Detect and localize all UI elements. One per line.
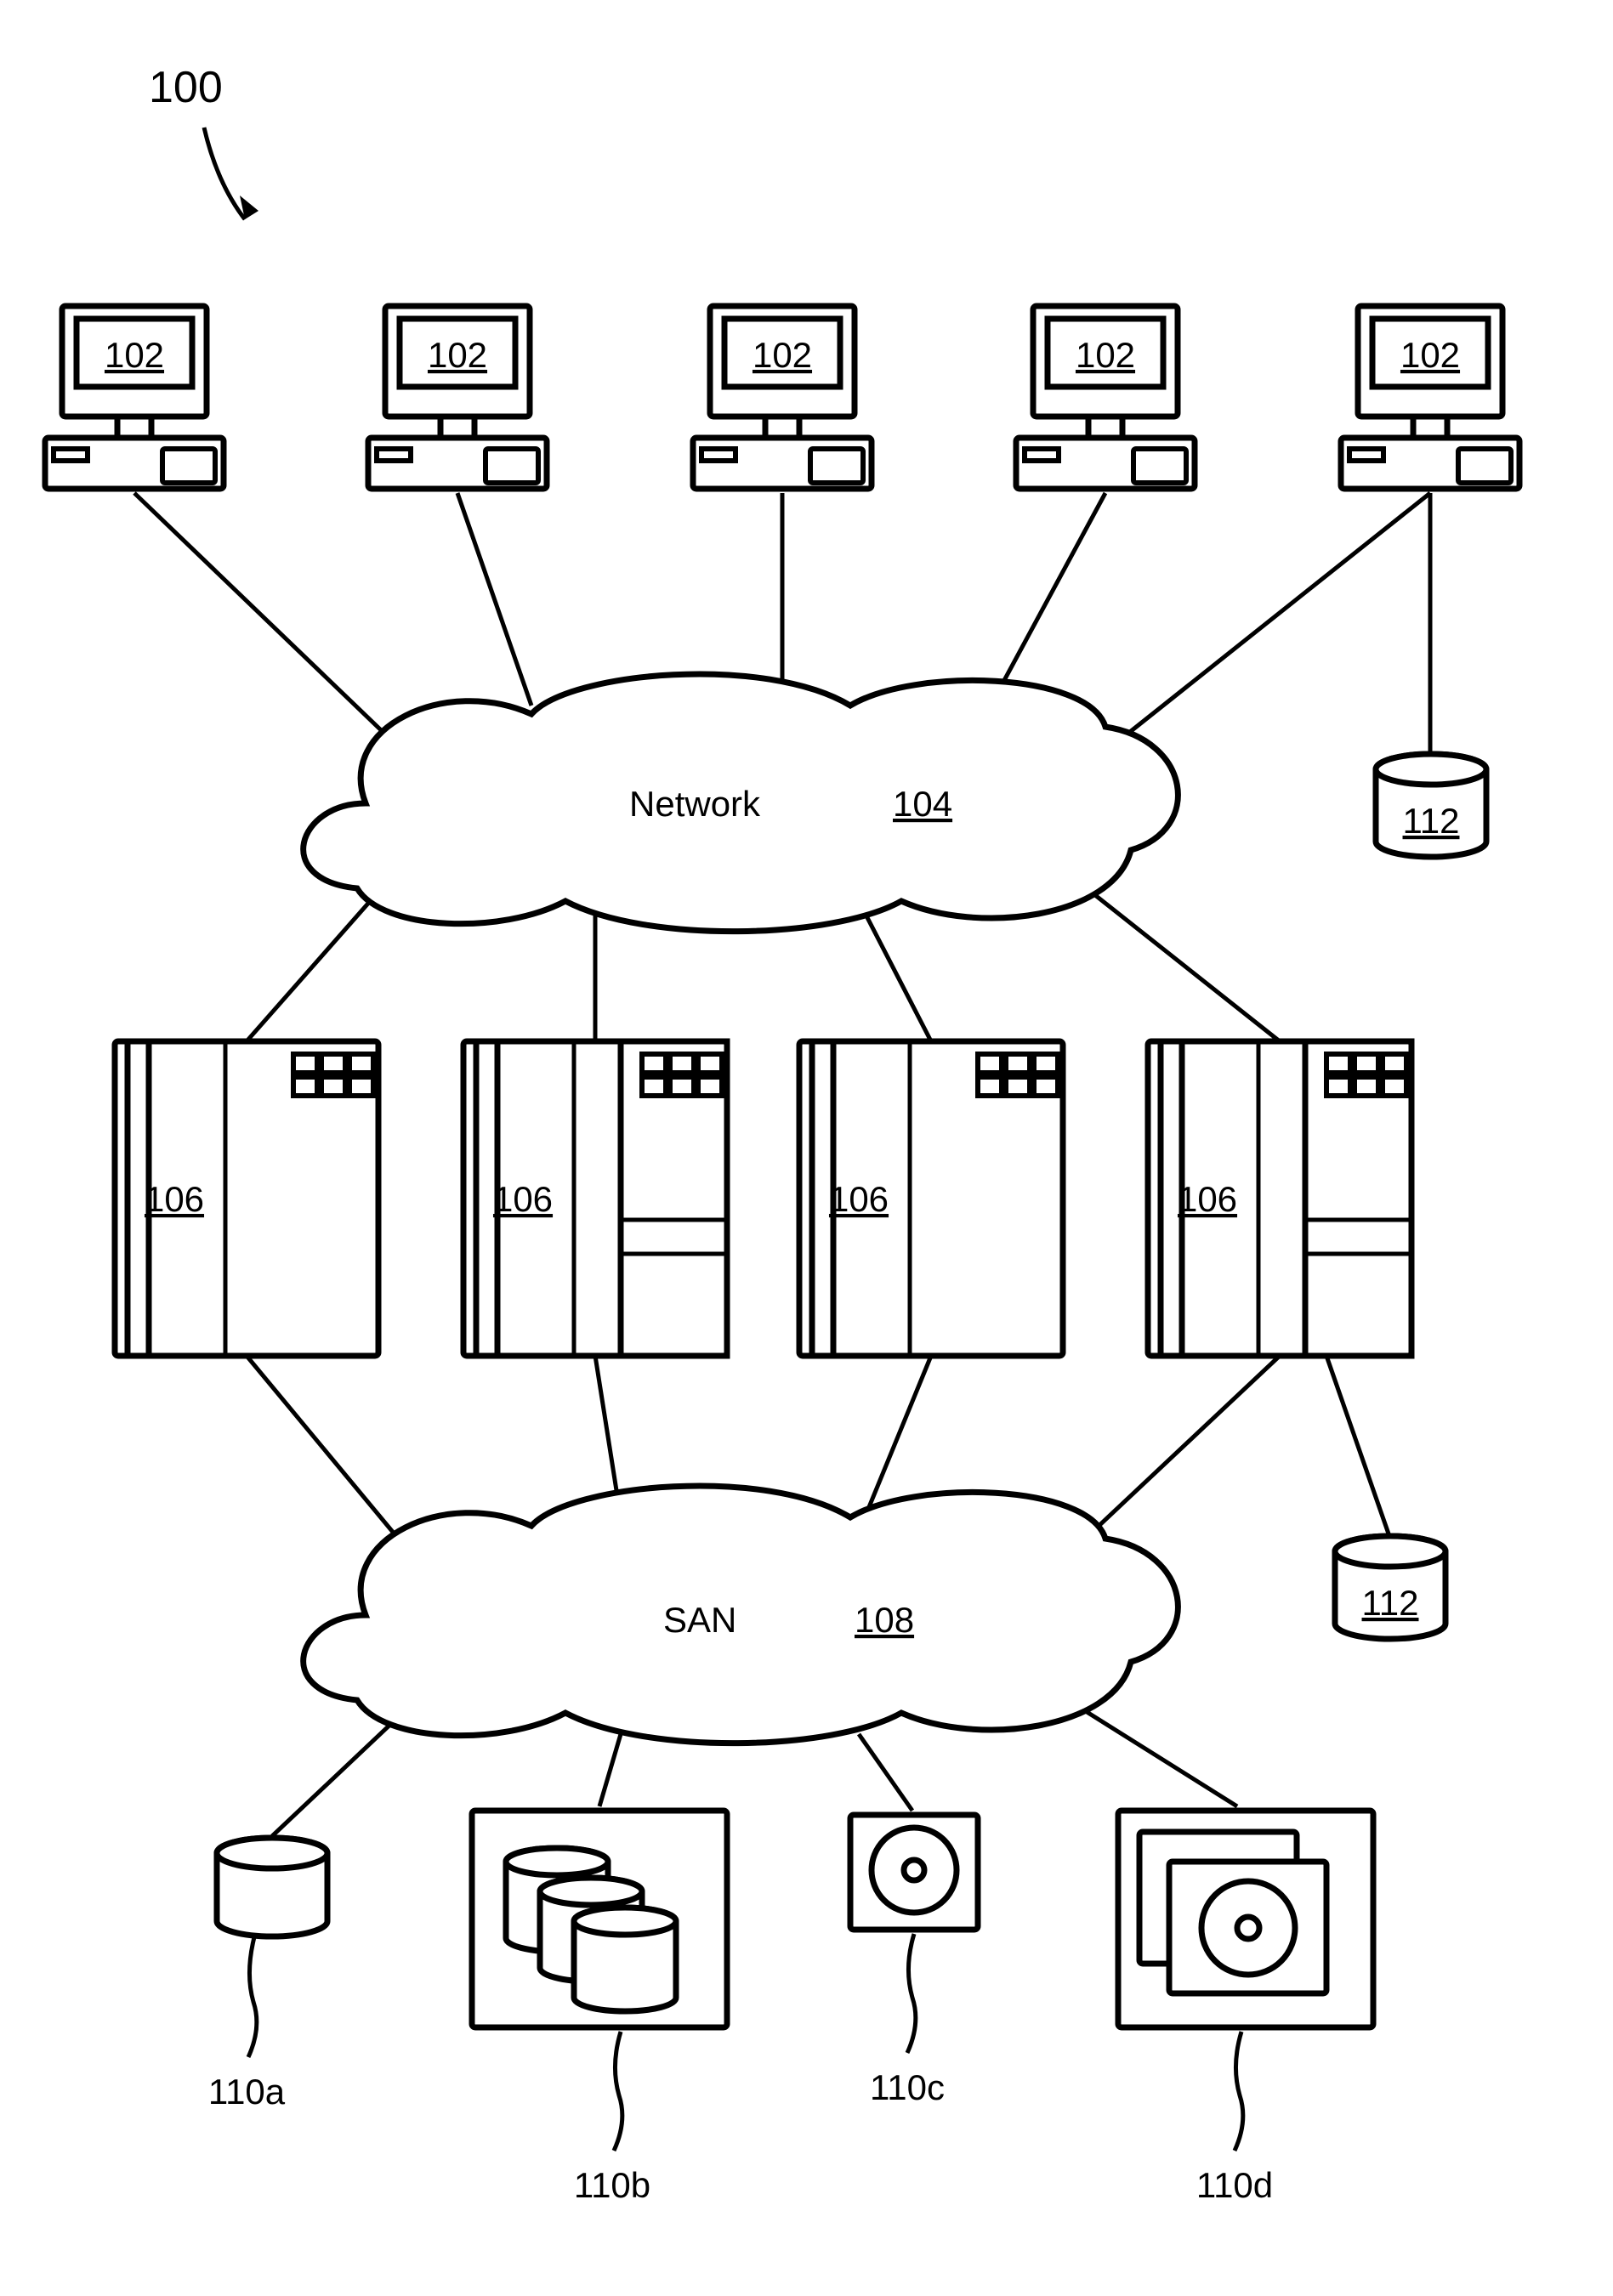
client-ref: 102 <box>1400 335 1460 375</box>
server: 106 <box>115 1041 378 1356</box>
das-cylinder-top: 112 <box>1376 754 1486 857</box>
client-ref: 102 <box>105 335 164 375</box>
network-ref: 104 <box>893 784 952 824</box>
client-ref: 102 <box>1076 335 1135 375</box>
san-cloud: SAN 108 <box>304 1486 1179 1743</box>
storage-ref: 110d <box>1196 2165 1273 2205</box>
server-ref: 106 <box>145 1179 204 1219</box>
client-ref: 102 <box>428 335 487 375</box>
storage-ref: 110c <box>870 2067 945 2107</box>
server-ref: 106 <box>493 1179 553 1219</box>
das-cylinder-bottom: 112 <box>1335 1536 1445 1639</box>
storage-110a <box>217 1838 327 1936</box>
client-computer: 102 <box>368 306 547 489</box>
client-computer: 102 <box>1341 306 1519 489</box>
network-label: Network <box>629 784 761 824</box>
storage-110c <box>850 1815 978 1930</box>
das-bottom-ref: 112 <box>1362 1583 1419 1623</box>
server: 106 <box>799 1041 1063 1356</box>
storage-110b <box>472 1811 727 2027</box>
das-top-ref: 112 <box>1403 801 1460 841</box>
server: 106 <box>463 1041 727 1356</box>
san-ref: 108 <box>855 1600 914 1640</box>
server: 106 <box>1148 1041 1411 1356</box>
server-ref: 106 <box>1178 1179 1237 1219</box>
client-computer: 102 <box>1016 306 1195 489</box>
storage-ref: 110a <box>208 2072 286 2112</box>
storage-ref: 110b <box>574 2165 650 2205</box>
network-cloud: Network 104 <box>304 674 1179 932</box>
san-label: SAN <box>663 1600 736 1640</box>
client-computer: 102 <box>45 306 224 489</box>
storage-110d <box>1118 1811 1373 2027</box>
client-computer: 102 <box>693 306 872 489</box>
client-ref: 102 <box>753 335 812 375</box>
server-ref: 106 <box>829 1179 889 1219</box>
network-diagram: 100 102 <box>0 0 1613 2296</box>
figure-ref: 100 <box>149 63 223 112</box>
